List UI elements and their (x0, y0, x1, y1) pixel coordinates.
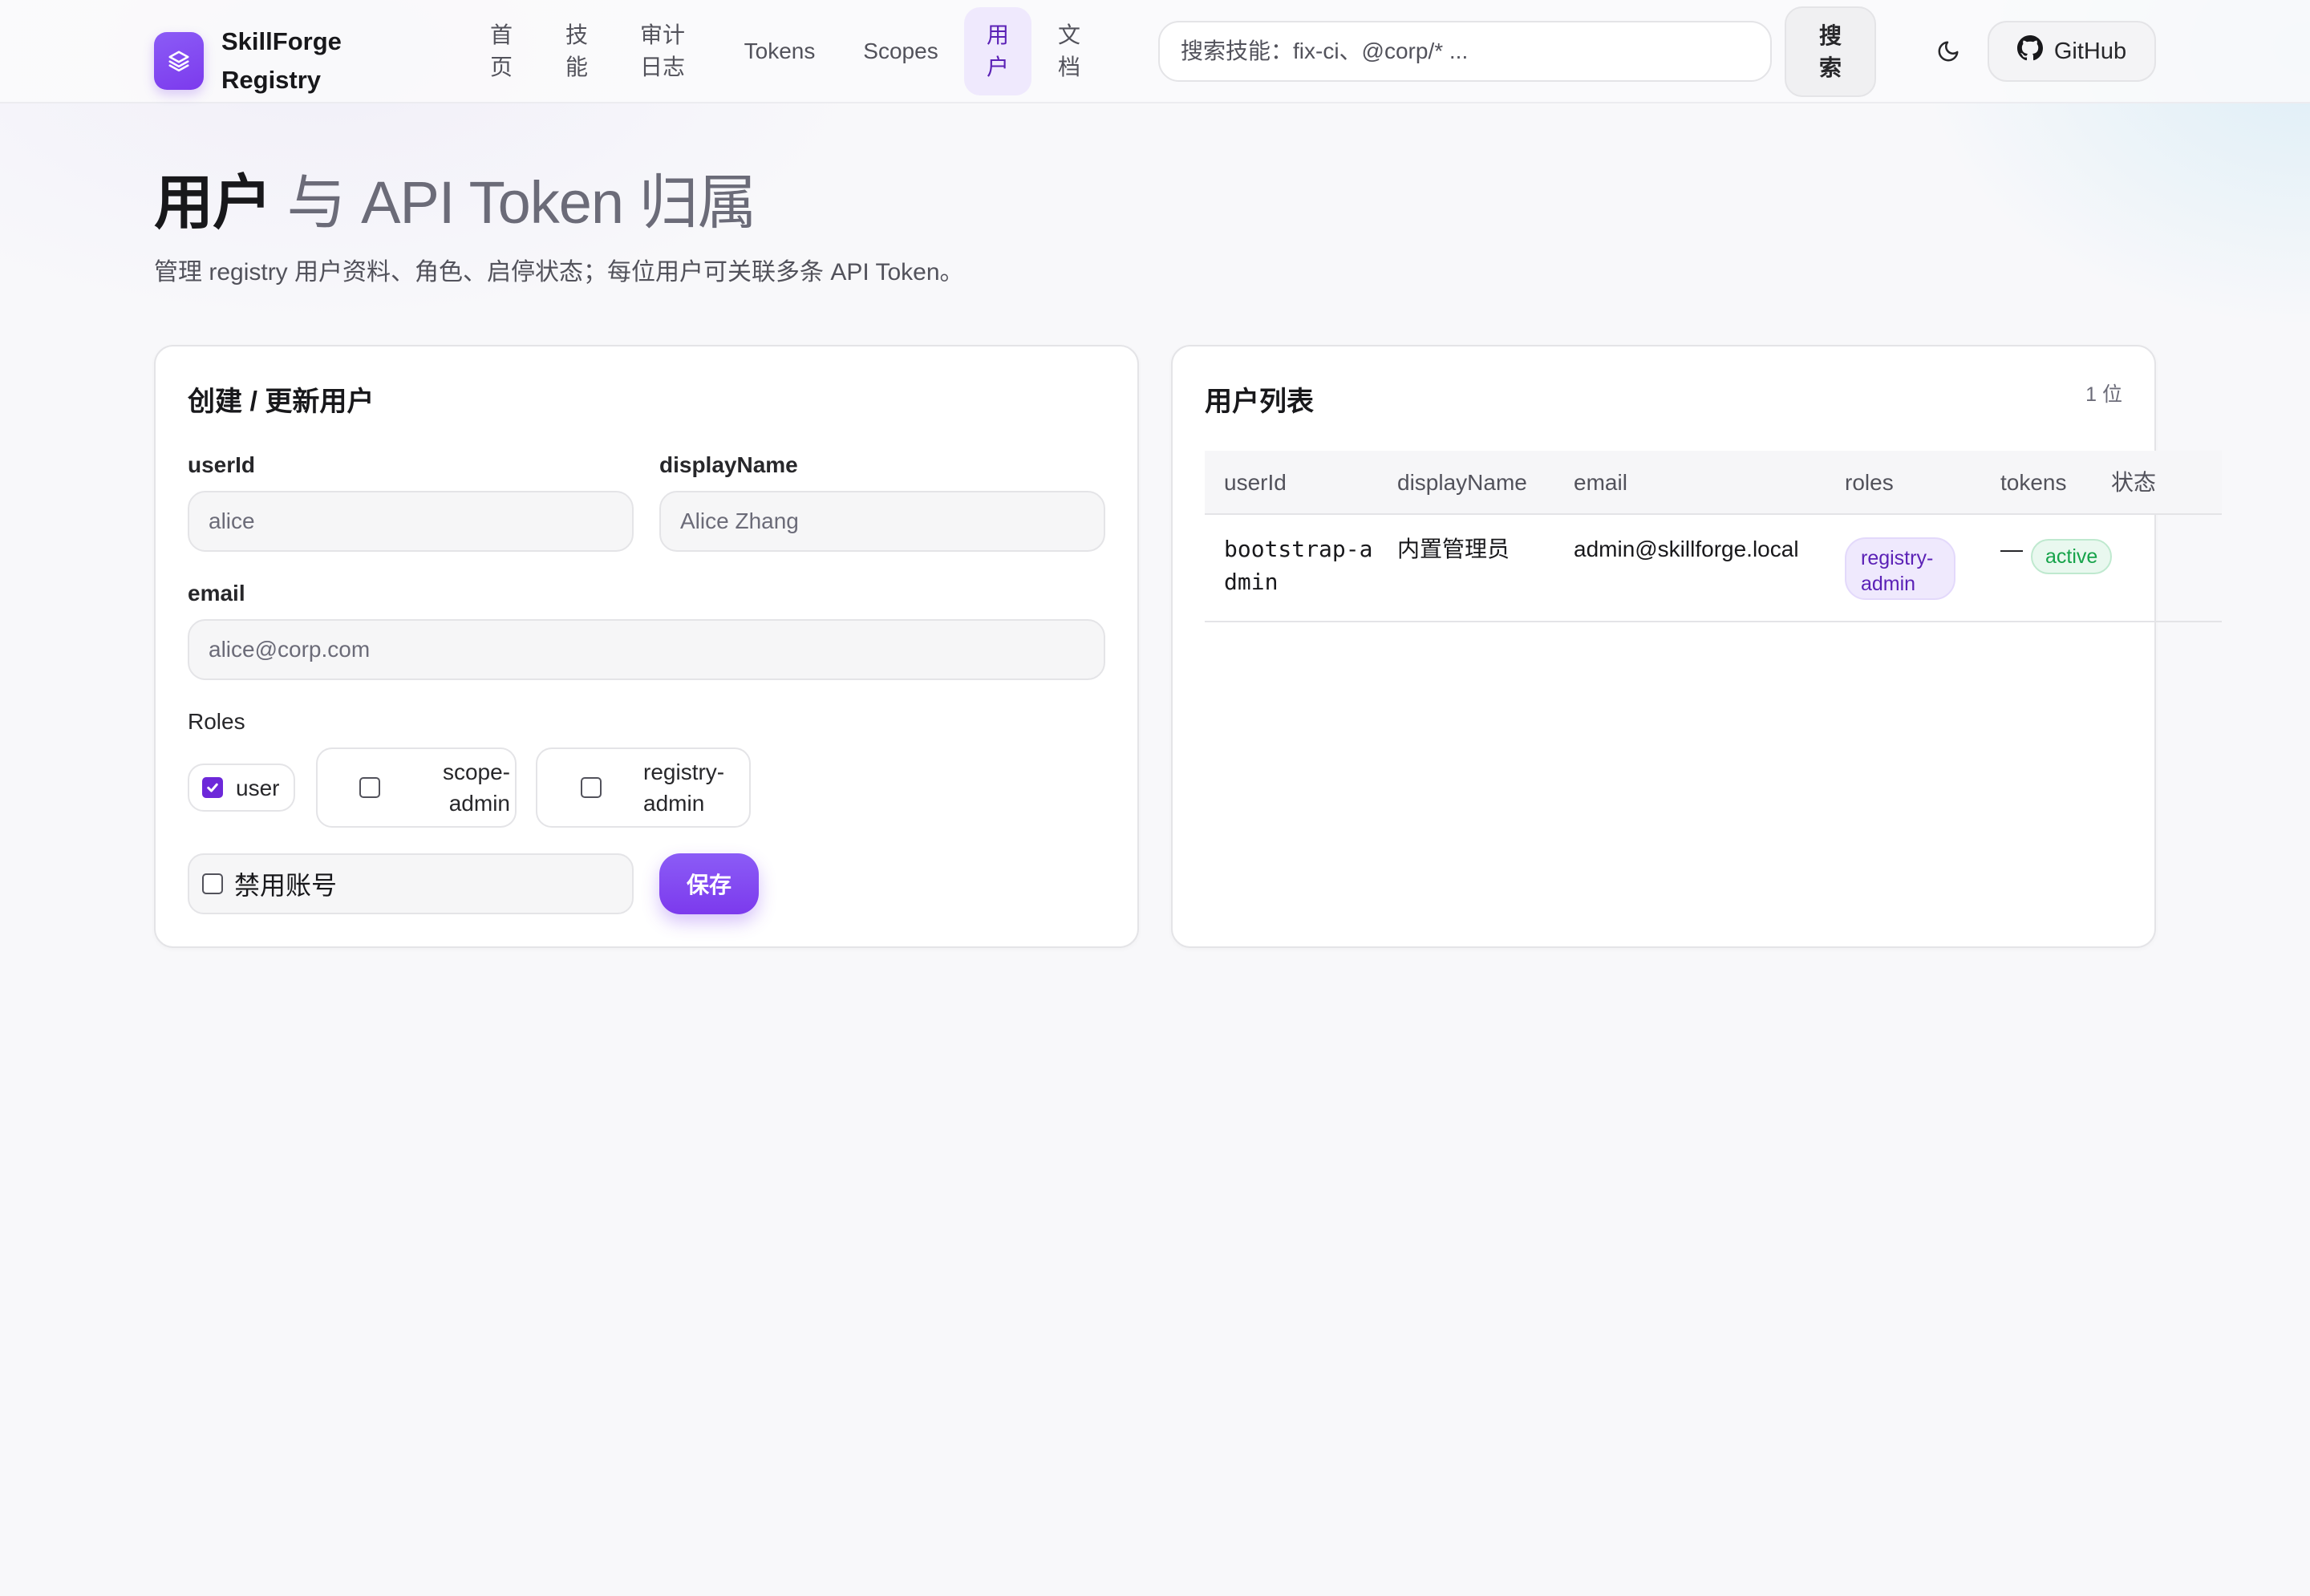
column-header-userid: userId (1224, 470, 1287, 495)
role-badge: registry-admin (1845, 537, 1955, 600)
column-header-roles: roles (1845, 470, 1894, 495)
page-title: 用户 与 API Token 归属 (154, 169, 757, 236)
cell-tokens: — (2000, 537, 2023, 561)
email-label: email (188, 581, 245, 606)
checkbox-icon (581, 777, 602, 798)
user-list-card: 用户列表 1 位 userId displayName email roles … (1171, 345, 2222, 948)
github-icon (2016, 35, 2043, 67)
nav-item-scopes[interactable]: Scopes (849, 7, 953, 95)
nav-item-users[interactable]: 用户 (964, 7, 1031, 95)
nav-item-docs[interactable]: 文档 (1049, 7, 1089, 95)
email-input[interactable] (188, 619, 1105, 680)
disable-account-checkbox[interactable]: 禁用账号 (188, 853, 634, 914)
brand-name: SkillForge Registry (221, 27, 342, 94)
roles-label: Roles (188, 709, 245, 734)
table-row[interactable]: bootstrap-admin 内置管理员 admin@skillforge.l… (1205, 515, 2222, 622)
role-checkbox-scope-admin[interactable]: scope-admin (316, 747, 517, 828)
user-form-card: 创建 / 更新用户 userId displayName email Roles… (154, 345, 1139, 948)
column-header-status: 状态 (2111, 470, 2157, 495)
role-label-scope-admin: scope-admin (442, 760, 510, 816)
checkbox-checked-icon (202, 777, 223, 798)
userid-label: userId (188, 452, 256, 477)
page-subtitle: 管理 registry 用户资料、角色、启停状态；每位用户可关联多条 API T… (154, 259, 964, 286)
user-count: 1 位 (2085, 383, 2122, 406)
role-label-registry-admin: registry-admin (643, 760, 725, 816)
status-badge: active (2031, 539, 2113, 574)
nav-item-tokens[interactable]: Tokens (730, 7, 829, 95)
role-checkbox-user[interactable]: user (188, 764, 295, 812)
nav-item-skills[interactable]: 技能 (557, 7, 597, 95)
github-button[interactable]: GitHub (1988, 21, 2156, 82)
top-bar: SkillForge Registry 首页 技能 审计日志 Tokens Sc… (0, 0, 2310, 103)
save-button[interactable]: 保存 (659, 853, 759, 914)
checkbox-icon (202, 873, 223, 894)
cell-displayname: 内置管理员 (1397, 537, 1510, 561)
nav-item-audit-log[interactable]: 审计日志 (632, 7, 693, 95)
layers-logo-icon (154, 32, 204, 90)
displayname-label: displayName (659, 452, 798, 477)
disable-account-label: 禁用账号 (234, 871, 338, 900)
form-title: 创建 / 更新用户 (188, 387, 375, 417)
brand[interactable]: SkillForge Registry (154, 22, 358, 99)
github-label: GitHub (2053, 38, 2127, 64)
role-label-user: user (236, 775, 280, 800)
search-button[interactable]: 搜索 (1785, 6, 1876, 97)
list-title: 用户列表 (1205, 387, 1314, 417)
table-header: userId displayName email roles tokens 状态 (1205, 451, 2222, 515)
checkbox-icon (359, 777, 380, 798)
userid-input[interactable] (188, 491, 634, 552)
role-checkbox-registry-admin[interactable]: registry-admin (536, 747, 751, 828)
column-header-tokens: tokens (2000, 470, 2067, 495)
column-header-displayname: displayName (1397, 470, 1527, 495)
column-header-email: email (1574, 470, 1627, 495)
search-input[interactable] (1158, 21, 1772, 82)
cell-userid: bootstrap-admin (1224, 536, 1373, 595)
nav-item-home[interactable]: 首页 (481, 7, 521, 95)
theme-toggle-moon-icon[interactable] (1928, 31, 1968, 71)
displayname-input[interactable] (659, 491, 1105, 552)
cell-email: admin@skillforge.local (1574, 537, 1799, 561)
